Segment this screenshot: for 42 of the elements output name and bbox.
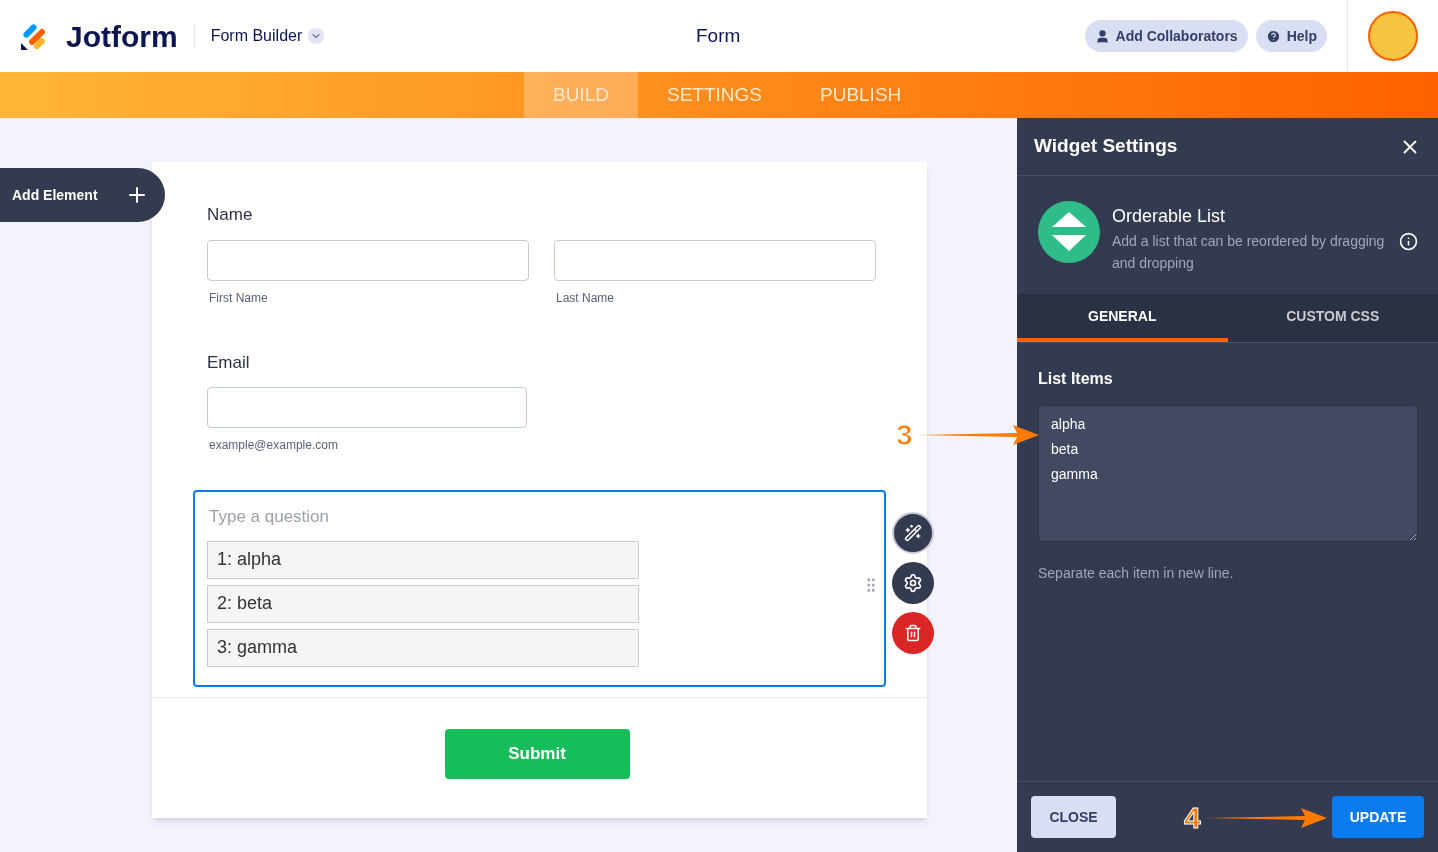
panel-tab[interactable]: GENERAL [1017,294,1228,342]
hint-text: Separate each item in new line. [1038,564,1235,583]
chevron-down-icon [308,28,325,44]
avatar[interactable] [1368,11,1418,61]
delete-button[interactable] [892,612,934,654]
annotation-number: 4 [1184,803,1201,833]
add-element-button[interactable]: Add Element [0,168,165,222]
wand-button[interactable] [892,512,934,554]
list-items-textarea[interactable]: alpha beta gamma [1038,405,1418,542]
field-label: Name [207,205,253,224]
list-item[interactable]: 1: alpha [207,540,639,579]
magic-wand-icon [904,524,922,542]
update-button[interactable]: UPDATE [1332,796,1424,838]
form-title: Form [696,23,741,48]
close-button[interactable]: CLOSE [1031,796,1116,838]
list-item[interactable]: 3: gamma [207,628,639,667]
field-sublabel: Last Name [556,289,616,307]
widget-name: Orderable List [1112,205,1227,228]
annotation-number: 3 [896,420,913,450]
gear-icon [903,573,923,593]
field-sublabel: example@example.com [209,437,339,454]
field-sublabel: First Name [209,289,269,307]
widget-description: Add a list that can be reordered by dragging and dropping [1112,232,1386,273]
list-item[interactable]: 2: beta [207,584,639,623]
app-menu[interactable]: Form Builder [210,24,325,48]
text-input[interactable] [554,239,876,281]
help-button[interactable]: Help [1255,20,1327,52]
question-input[interactable]: Type a question [209,504,609,530]
logo-wordmark: Jotform [66,18,178,55]
panel-title: Widget Settings [1034,134,1178,159]
person-icon [1094,28,1110,44]
settings-button[interactable] [892,562,934,604]
widget-icon [1038,201,1100,263]
panel-tab[interactable]: CUSTOM CSS [1227,294,1438,342]
text-input[interactable] [207,239,529,281]
add-collaborators-button[interactable]: Add Collaborators [1084,20,1248,52]
email-input[interactable] [207,387,527,428]
info-icon[interactable] [1399,232,1418,251]
trash-icon [904,624,922,642]
list-items-label: List Items [1038,369,1114,389]
field-label: Email [207,352,250,372]
help-icon [1265,28,1281,44]
